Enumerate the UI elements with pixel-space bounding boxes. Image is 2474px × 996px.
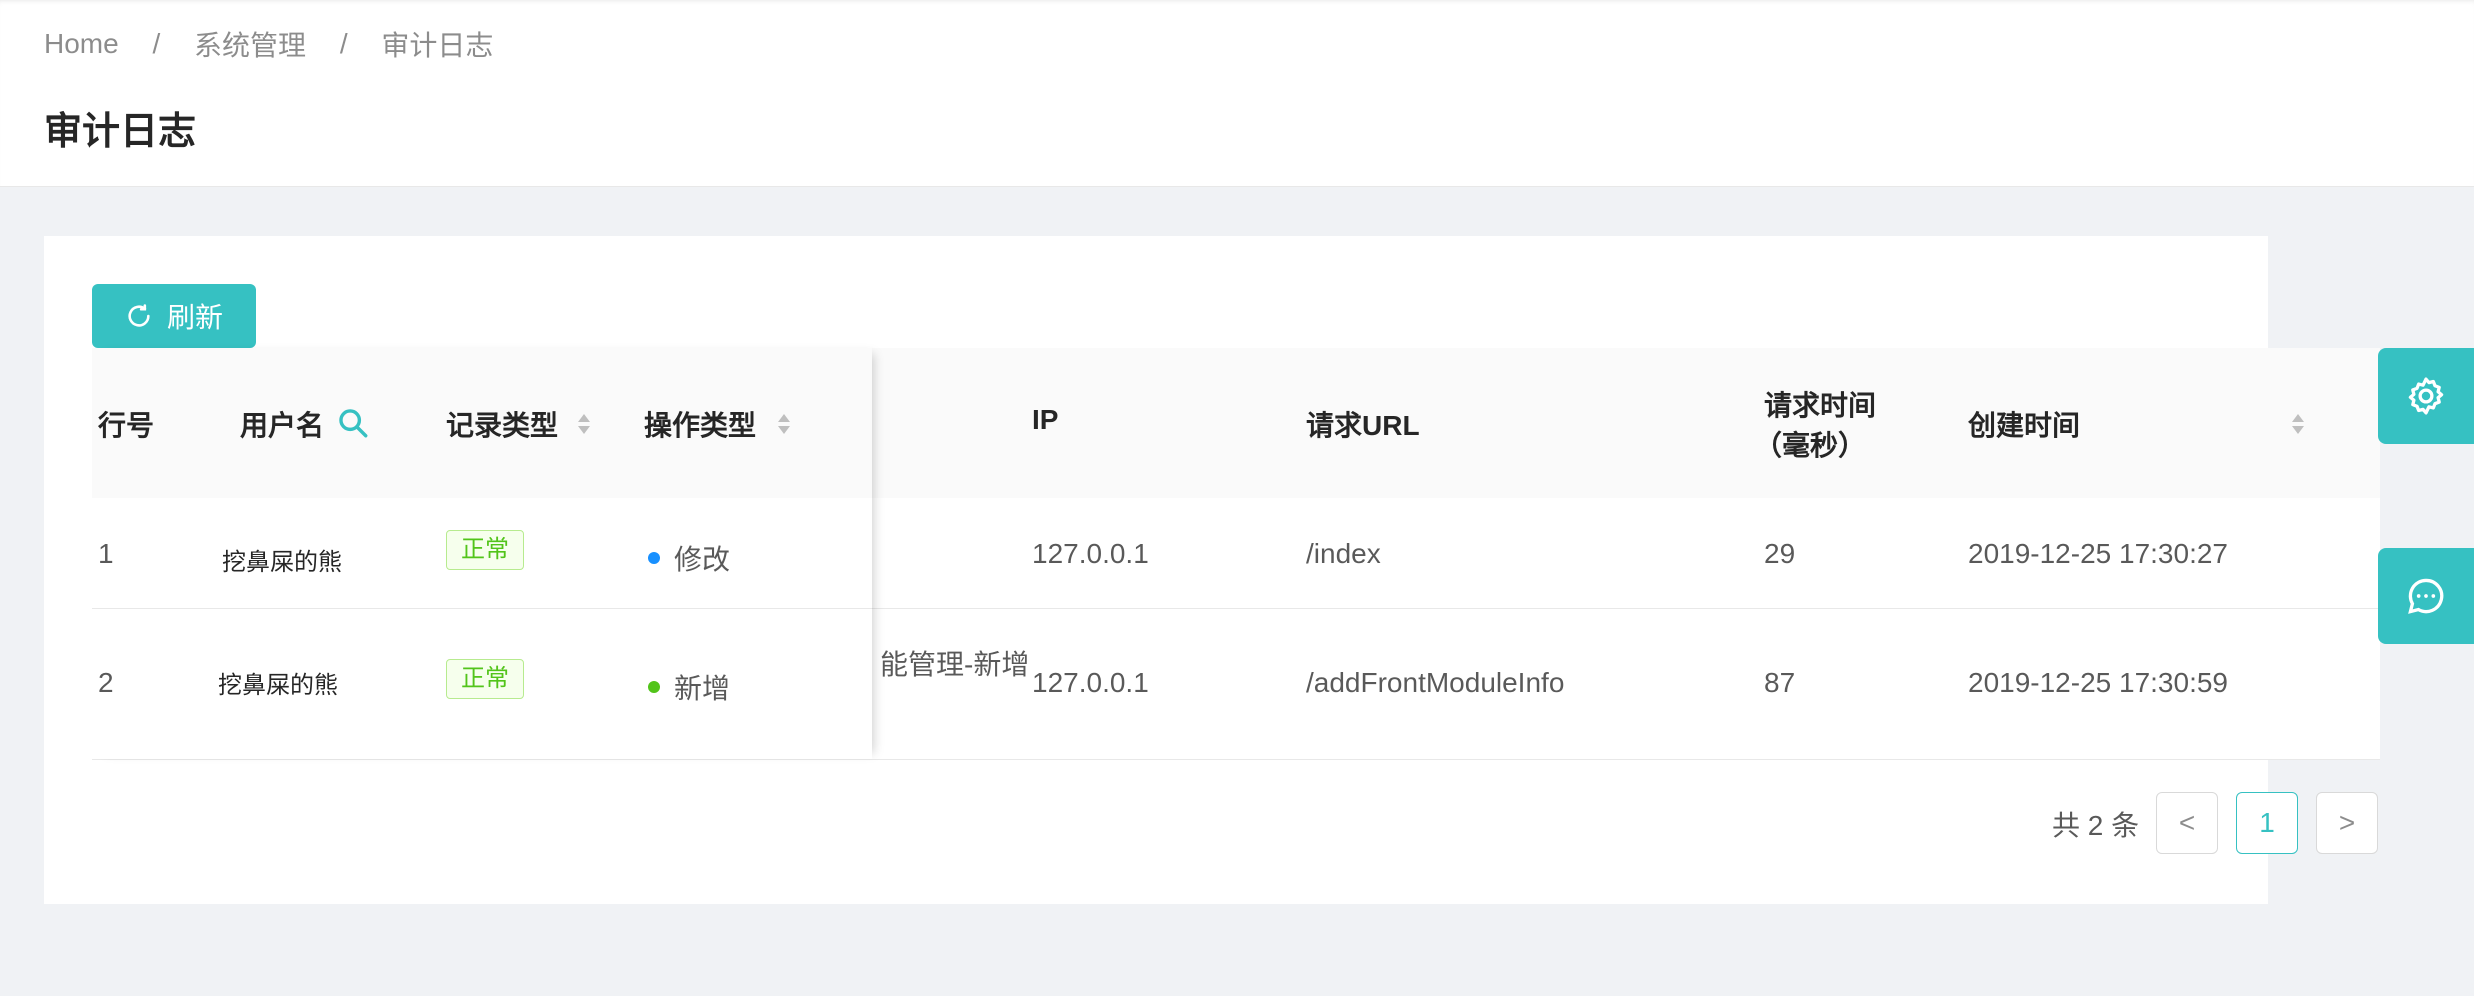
header-url: 请求URL [1306, 410, 1420, 441]
created-time: 2019-12-25 17:30:27 [1968, 538, 2228, 569]
username: 挖鼻屎的熊 [218, 672, 338, 699]
gear-icon [2408, 377, 2444, 415]
header-username: 用户名 [240, 410, 325, 441]
row-no: 1 [98, 538, 114, 569]
search-icon[interactable] [336, 406, 370, 440]
status-badge: 正常 [446, 530, 524, 570]
row-no: 2 [98, 667, 114, 698]
message-drawer-button[interactable] [2378, 548, 2474, 644]
page-header: Home / 系统管理 / 审计日志 审计日志 [0, 0, 2474, 187]
request-url: /index [1306, 538, 1381, 569]
request-duration: 87 [1764, 667, 1796, 698]
operation-description: 能管理-新增 [880, 649, 1030, 680]
table-header: 行号 用户名 记录类型 操作类型 IP 请求URL 请求时间 （毫秒） 创建时间 [92, 348, 2380, 499]
table-row[interactable]: 1 挖鼻屎的熊 正常 修改 127.0.0.1 /index 29 2019-1… [92, 498, 2380, 609]
prev-page-button[interactable]: < [2156, 792, 2218, 854]
op-type: 新增 [674, 673, 731, 704]
created-time: 2019-12-25 17:30:59 [1968, 667, 2228, 698]
page-1-button[interactable]: 1 [2236, 792, 2298, 854]
header-duration-unit: （毫秒） [1754, 430, 1867, 461]
page-title: 审计日志 [44, 111, 197, 153]
status-dot [648, 681, 660, 693]
status-badge: 正常 [446, 659, 524, 699]
sort-icon[interactable] [2290, 410, 2306, 438]
breadcrumb-system[interactable]: 系统管理 [194, 30, 306, 61]
refresh-button[interactable]: 刷新 [92, 284, 256, 348]
breadcrumb-separator: / [152, 28, 161, 59]
breadcrumb: Home / 系统管理 / 审计日志 [44, 24, 493, 64]
ip-address: 127.0.0.1 [1032, 667, 1149, 698]
status-dot [648, 552, 660, 564]
next-page-button[interactable]: > [2316, 792, 2378, 854]
header-ip: IP [1032, 404, 1059, 435]
audit-log-table: 行号 用户名 记录类型 操作类型 IP 请求URL 请求时间 （毫秒） 创建时间… [92, 348, 2380, 996]
breadcrumb-separator: / [339, 28, 348, 59]
reload-icon [128, 304, 150, 327]
pagination-total: 共 2 条 [2052, 810, 2140, 841]
table-row[interactable]: 2 挖鼻屎的熊 正常 新增 能管理-新增 127.0.0.1 /addFront… [92, 609, 2380, 760]
sort-icon[interactable] [576, 410, 592, 438]
breadcrumb-home[interactable]: Home [44, 28, 119, 59]
header-duration: 请求时间 [1764, 390, 1877, 421]
message-icon [2408, 578, 2444, 614]
breadcrumb-current: 审计日志 [381, 30, 494, 61]
request-url: /addFrontModuleInfo [1306, 667, 1565, 698]
header-row-no: 行号 [98, 410, 155, 441]
op-type: 修改 [674, 544, 731, 575]
settings-drawer-button[interactable] [2378, 348, 2474, 444]
request-duration: 29 [1764, 538, 1796, 569]
header-created[interactable]: 创建时间 [1968, 404, 2080, 444]
header-op-type[interactable]: 操作类型 [644, 404, 756, 444]
ip-address: 127.0.0.1 [1032, 538, 1149, 569]
content-card: 刷新 行号 用户名 记录类型 操作类型 IP 请求URL 请求时间 （毫秒） 创… [44, 236, 2380, 904]
username: 挖鼻屎的熊 [222, 549, 342, 576]
sort-icon[interactable] [776, 410, 792, 438]
header-record-type[interactable]: 记录类型 [446, 404, 558, 444]
refresh-label: 刷新 [166, 302, 223, 333]
